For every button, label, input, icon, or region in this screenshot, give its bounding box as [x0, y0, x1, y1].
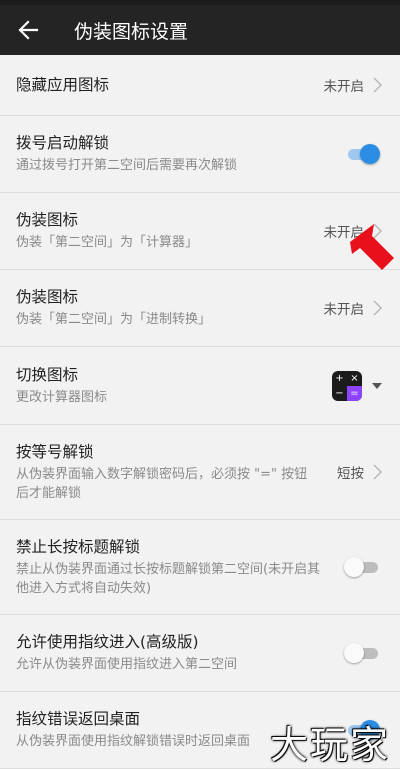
settings-list: 隐藏应用图标 未开启 拨号启动解锁 通过拨号打开第二空间后需要再次解锁 伪装图标… — [0, 55, 400, 769]
back-arrow-icon — [18, 20, 39, 40]
setting-dial-unlock[interactable]: 拨号启动解锁 通过拨号打开第二空间后需要再次解锁 — [0, 116, 400, 193]
setting-subtitle: 伪装「第二空间」为「计算器」 — [16, 235, 199, 250]
setting-value: 未开启 — [323, 302, 365, 318]
setting-title: 伪装图标 — [16, 211, 79, 229]
dropdown-triangle-icon[interactable] — [370, 377, 384, 395]
setting-title: 隐藏应用图标 — [16, 76, 110, 94]
setting-disguise-converter[interactable]: 伪装图标 伪装「第二空间」为「进制转换」 未开启 — [0, 270, 400, 347]
setting-subtitle: 从伪装界面输入数字解锁密码后，必须按 "=" 按钮后才能解锁 — [16, 466, 308, 501]
fingerprint-enter-toggle[interactable] — [344, 642, 380, 664]
disable-longpress-toggle[interactable] — [344, 556, 380, 578]
setting-title: 切换图标 — [16, 365, 79, 384]
chevron-right-icon — [370, 299, 384, 317]
setting-subtitle: 更改计算器图标 — [16, 389, 108, 405]
red-arrow-icon — [350, 224, 394, 270]
setting-equals-unlock[interactable]: 按等号解锁 从伪装界面输入数字解锁密码后，必须按 "=" 按钮后才能解锁 短按 — [0, 425, 400, 520]
setting-value: 短按 — [337, 466, 364, 482]
setting-value: 未开启 — [323, 79, 365, 95]
setting-title: 禁止长按标题解锁 — [16, 537, 141, 556]
minus-glyph: − — [335, 387, 344, 399]
page-title: 伪装图标设置 — [74, 20, 189, 43]
dial-unlock-toggle[interactable] — [344, 143, 380, 165]
plus-glyph: + — [335, 372, 344, 384]
setting-subtitle: 允许从伪装界面使用指纹进入第二空间 — [16, 657, 238, 672]
setting-subtitle: 禁止从伪装界面通过长按标题解锁第二空间(未开启其他进入方式将自动失效) — [16, 561, 321, 596]
chevron-right-icon — [370, 76, 384, 94]
setting-hide-app-icon[interactable]: 隐藏应用图标 未开启 — [0, 55, 400, 116]
app-bar: 伪装图标设置 — [0, 5, 400, 55]
calculator-icon[interactable]: + × − = — [332, 370, 362, 401]
setting-title: 拨号启动解锁 — [16, 134, 110, 152]
setting-title: 允许使用指纹进入(高级版) — [16, 633, 199, 651]
setting-fingerprint-enter[interactable]: 允许使用指纹进入(高级版) 允许从伪装界面使用指纹进入第二空间 — [0, 615, 400, 692]
setting-subtitle: 通过拨号打开第二空间后需要再次解锁 — [16, 158, 238, 173]
times-glyph: × — [350, 372, 359, 384]
setting-subtitle: 伪装「第二空间」为「进制转换」 — [16, 312, 212, 327]
setting-title: 伪装图标 — [16, 288, 79, 306]
equals-glyph: = — [347, 385, 362, 401]
setting-disguise-calculator[interactable]: 伪装图标 伪装「第二空间」为「计算器」 未开启 — [0, 193, 400, 270]
setting-disable-longpress-unlock[interactable]: 禁止长按标题解锁 禁止从伪装界面通过长按标题解锁第二空间(未开启其他进入方式将自… — [0, 520, 400, 615]
back-button[interactable] — [0, 5, 56, 55]
chevron-right-icon — [370, 463, 384, 481]
watermark: 大玩家 — [269, 723, 390, 767]
setting-title: 按等号解锁 — [16, 442, 94, 461]
setting-switch-icon[interactable]: 切换图标 更改计算器图标 + × − = — [0, 347, 400, 425]
